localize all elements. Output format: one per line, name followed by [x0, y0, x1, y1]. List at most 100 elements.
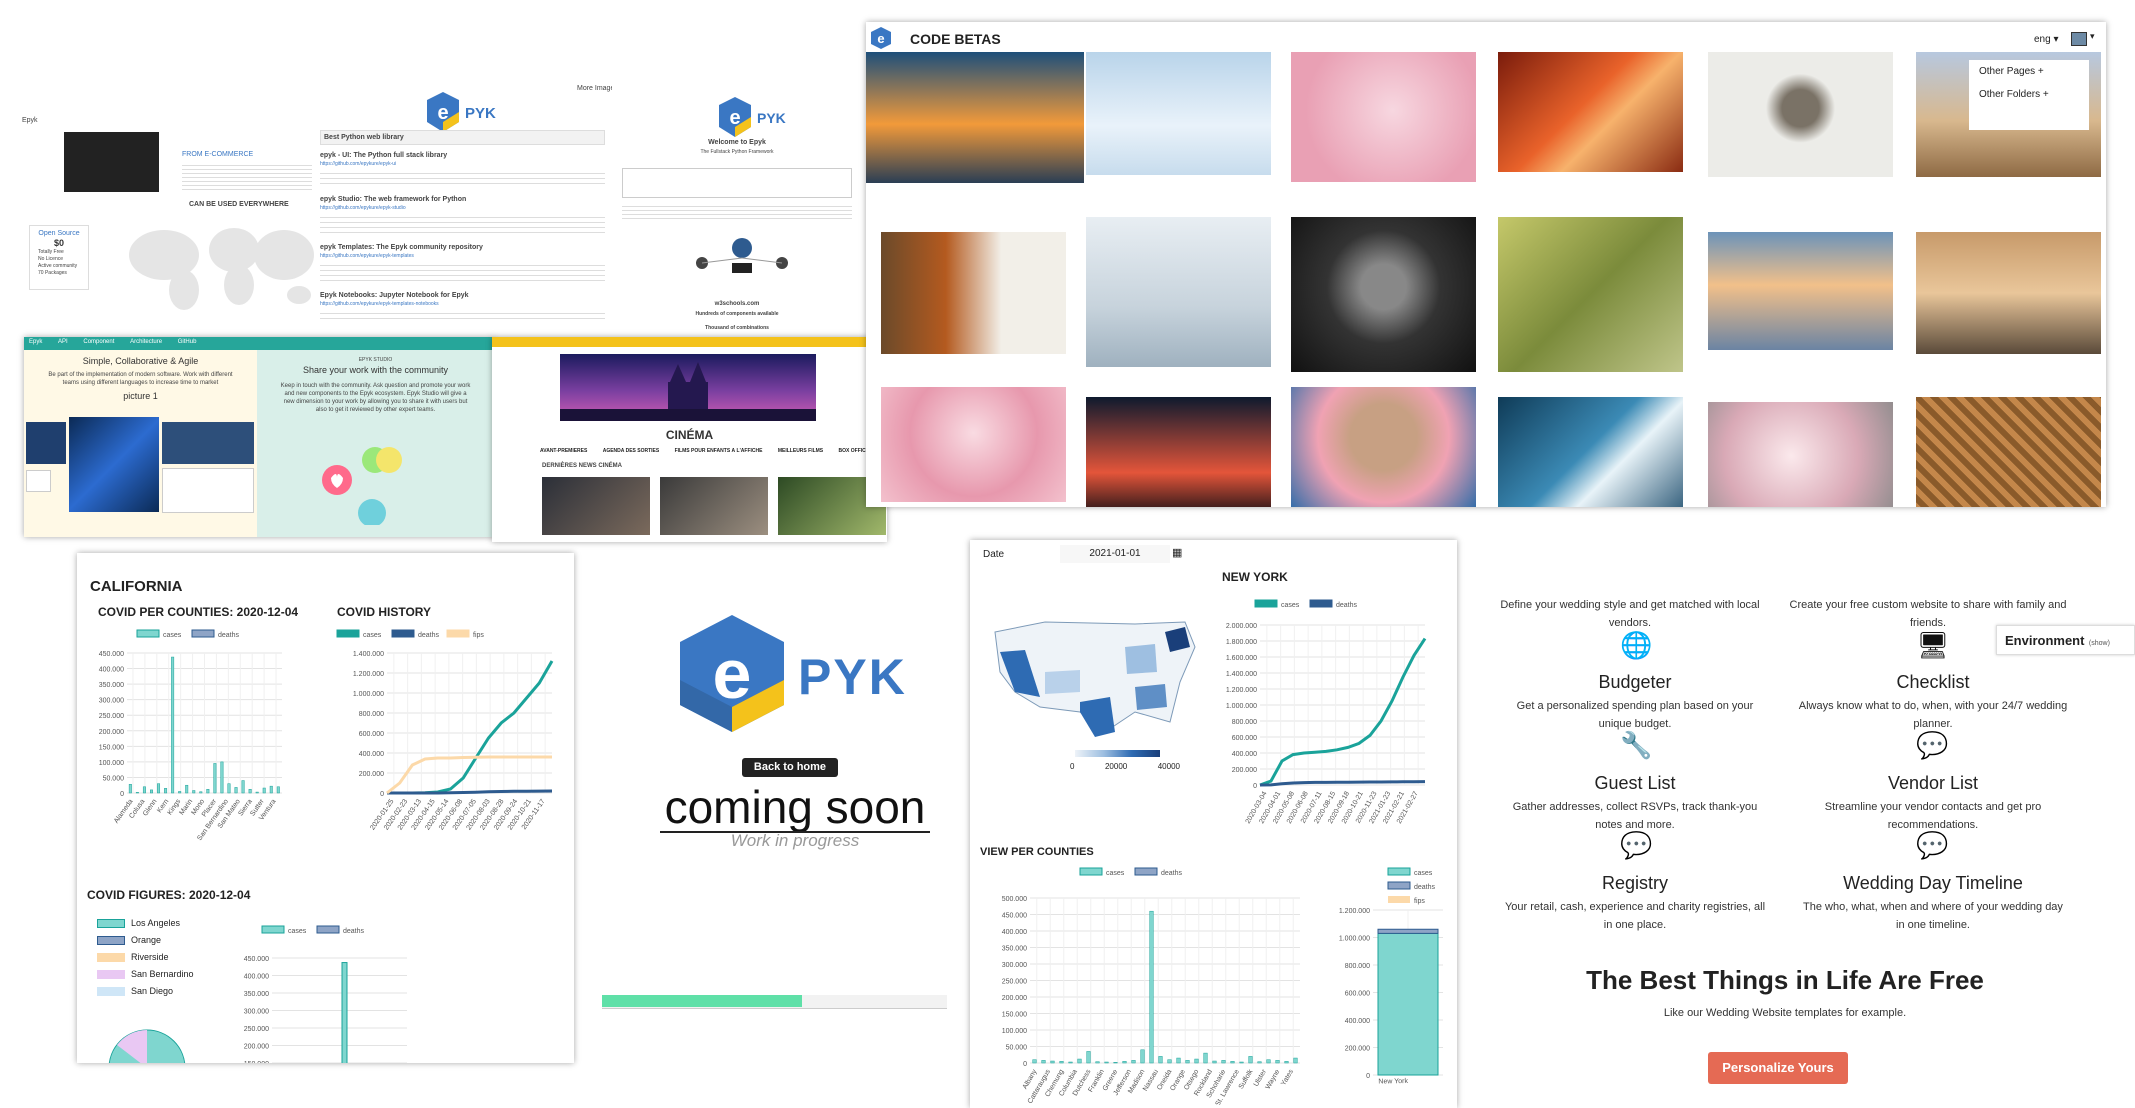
y-tick-label: 350.000 — [1002, 946, 1027, 953]
y-tick-label: 500.000 — [1002, 896, 1027, 903]
photo-tile[interactable] — [1291, 52, 1476, 182]
nav-github[interactable]: GitHub — [178, 339, 197, 345]
library-item[interactable]: epyk - UI: The Python full stack library… — [320, 151, 605, 187]
bar — [1377, 928, 1439, 934]
legend-label: fips — [1414, 898, 1425, 905]
y-tick-label: 150.000 — [244, 1061, 269, 1063]
bar — [213, 763, 217, 794]
back-to-home-button[interactable]: Back to home — [742, 758, 838, 777]
language-select[interactable]: eng ▾ — [2034, 34, 2059, 45]
photo-tile[interactable] — [1086, 52, 1271, 175]
nav-api[interactable]: API — [58, 339, 68, 345]
cinema-menu-item[interactable]: FILMS POUR ENFANTS À L'AFFICHE — [675, 448, 763, 454]
bar — [1176, 1057, 1181, 1064]
photo-tile[interactable] — [881, 387, 1066, 502]
calendar-icon[interactable]: ▦ — [1172, 546, 1182, 559]
photo-tile[interactable] — [1916, 232, 2101, 354]
photo-tile[interactable] — [1498, 52, 1683, 172]
ny-stacked-bar-chart: cases deaths fips 1.200.000 1.000.000 800.000… — [1339, 867, 1443, 1086]
news-heading: DERNIÈRES NEWS CINÉMA — [542, 463, 623, 469]
y-tick-label: 1.400.000 — [1226, 671, 1257, 678]
photo-tile[interactable] — [1291, 387, 1476, 507]
y-tick-label: 200.000 — [244, 1044, 269, 1051]
coming-soon-sub: Work in progress — [730, 831, 860, 850]
legend-item[interactable]: San Bernardino — [97, 966, 194, 983]
cinema-menu-item[interactable]: AGENDA DES SORTIES — [603, 448, 660, 454]
y-tick-label: 800.000 — [1345, 963, 1370, 970]
menu-toggle[interactable] — [2071, 32, 2087, 46]
bar — [1185, 1060, 1190, 1064]
y-tick-label: 350.000 — [244, 991, 269, 998]
bar — [150, 789, 153, 794]
y-tick-label: 1.000.000 — [353, 691, 384, 698]
cinema-menu-item[interactable]: MEILLEURS FILMS — [778, 448, 823, 454]
map-scale — [1075, 750, 1160, 757]
photo-tile[interactable] — [1086, 217, 1271, 367]
counties-bar-chart: cases deaths 450.000 400.000 350.000 300.000 2… — [99, 629, 282, 842]
y-tick-label: 450.000 — [244, 956, 269, 963]
globe-icon: 🌐 — [1620, 630, 1653, 660]
right-title: Share your work with the community — [302, 365, 449, 375]
wedding-page: Define your wedding style and get matche… — [1490, 590, 2135, 1108]
us-map-icon — [994, 621, 1196, 737]
bar — [1377, 932, 1439, 1076]
legend-item[interactable]: Los Angeles — [97, 915, 194, 932]
photo-tile[interactable] — [1708, 52, 1893, 177]
picture-caption: picture 1 — [123, 391, 158, 401]
feature-text: Get a personalized spending plan based o… — [1516, 700, 1754, 730]
nav-epyk[interactable]: Epyk — [29, 339, 42, 345]
photo-tile[interactable] — [1086, 397, 1271, 507]
menu-item-other-pages[interactable]: Other Pages + — [1969, 60, 2089, 83]
world-map — [124, 215, 319, 315]
svg-text:PYK: PYK — [757, 110, 786, 126]
photo-tile[interactable] — [1916, 397, 2101, 507]
feature-text: Always know what to do, when, with your … — [1798, 700, 2068, 730]
cinema-menu-item[interactable]: BOX OFFICE — [839, 448, 870, 454]
news-thumb[interactable] — [542, 477, 650, 535]
news-thumb[interactable] — [660, 477, 768, 535]
y-tick-label: 250.000 — [1002, 979, 1027, 986]
photo-tile[interactable] — [1708, 402, 1893, 507]
photo-tile[interactable] — [866, 52, 1084, 183]
library-item[interactable]: epyk Templates: The Epyk community repos… — [320, 243, 605, 283]
y-tick-label: 300.000 — [1002, 962, 1027, 969]
counties-title: COVID PER COUNTIES: 2020-12-04 — [98, 605, 299, 619]
y-tick-label: 1.800.000 — [1226, 639, 1257, 646]
y-tick-label: 2.000.000 — [1226, 623, 1257, 630]
open-source-label: Open Source — [38, 230, 80, 237]
screenshot-california-dashboard: CALIFORNIA COVID PER COUNTIES: 2020-12-0… — [77, 553, 574, 1063]
legend-item[interactable]: San Diego — [97, 983, 194, 1000]
legend-item[interactable]: Orange — [97, 932, 194, 949]
personalize-button[interactable]: Personalize Yours — [1708, 1052, 1848, 1084]
figures-title: COVID FIGURES: 2020-12-04 — [87, 888, 251, 902]
photo-tile[interactable] — [1498, 217, 1683, 372]
cinema-menu-item[interactable]: AVANT-PREMIÈRES — [540, 448, 587, 454]
photo-tile[interactable] — [1498, 397, 1683, 507]
environment-panel[interactable]: Environment (show) — [1996, 625, 2135, 655]
library-item-url: https://github.com/epykure/epyk-ui — [320, 161, 397, 167]
date-input[interactable]: 2021-01-01 — [1060, 545, 1170, 563]
y-tick-label: 1.000.000 — [1226, 703, 1257, 710]
feature-3: Active community — [38, 263, 78, 269]
feature-title: Registry — [1601, 873, 1668, 893]
bar — [178, 791, 182, 794]
bar — [1077, 1058, 1082, 1064]
nav-component[interactable]: Component — [83, 339, 114, 345]
library-item[interactable]: epyk Studio: The web framework for Pytho… — [320, 195, 605, 235]
legend-item[interactable]: Riverside — [97, 949, 194, 966]
language-value: eng — [2034, 34, 2051, 45]
dashboard-title: CALIFORNIA — [90, 578, 183, 595]
photo-tile[interactable] — [1291, 217, 1476, 372]
photo-tile[interactable] — [1708, 232, 1893, 350]
environment-show[interactable]: (show) — [2089, 640, 2110, 647]
tagline: CAN BE USED EVERYWHERE — [189, 201, 289, 208]
legend-swatch — [1388, 896, 1410, 903]
bar — [341, 962, 348, 1063]
photo-tile[interactable] — [881, 232, 1066, 354]
nav-architecture[interactable]: Architecture — [130, 339, 162, 345]
library-item[interactable]: Epyk Notebooks: Jupyter Notebook for Epy… — [320, 291, 605, 323]
feature-title: Wedding Day Timeline — [1843, 873, 2023, 893]
y-tick-label: 450.000 — [99, 651, 124, 658]
bar — [1293, 1057, 1298, 1064]
menu-item-other-folders[interactable]: Other Folders + — [1969, 83, 2089, 106]
